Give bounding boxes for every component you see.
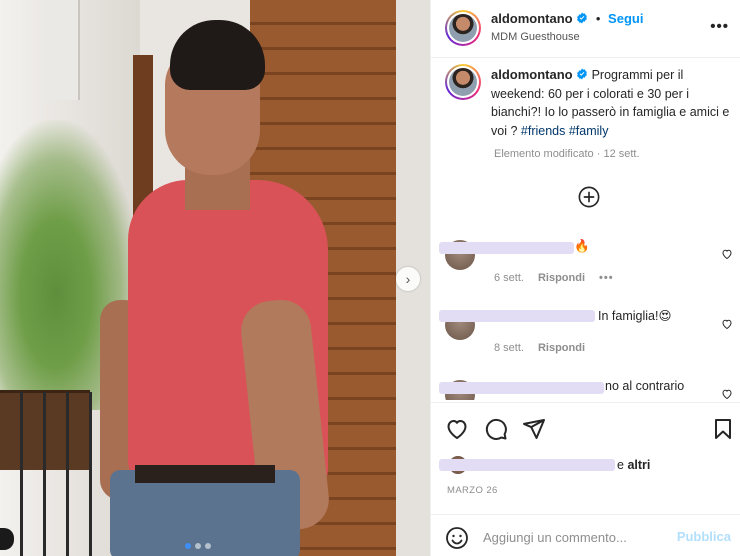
edited-label: Elemento modificato	[494, 148, 594, 160]
comment-age: 8 sett.	[494, 342, 524, 354]
post-header: aldomontano • Segui MDM Guesthouse •••	[431, 0, 740, 58]
redacted-username	[439, 310, 595, 322]
hashtag-link[interactable]: #family	[569, 124, 609, 138]
follow-button[interactable]: Segui	[608, 11, 643, 26]
author-username[interactable]: aldomontano	[491, 11, 573, 26]
likes-summary: e altri	[431, 452, 740, 476]
chevron-right-icon: ›	[405, 271, 411, 287]
hashtag-link[interactable]: #friends	[521, 124, 565, 138]
carousel-dots	[185, 543, 211, 549]
likes-and: e	[617, 458, 624, 472]
carousel-dot	[205, 543, 211, 549]
add-comment-bar: Pubblica	[431, 514, 740, 556]
comment-options-button[interactable]: •••	[599, 272, 614, 284]
likes-others-link[interactable]: altri	[627, 458, 650, 472]
redacted-username	[439, 242, 574, 254]
caption-meta: Elemento modificato · 12 sett.	[494, 148, 640, 160]
post-actions	[431, 402, 740, 452]
plus-circle-icon[interactable]	[578, 186, 600, 208]
paper-plane-icon[interactable]	[522, 417, 546, 441]
carousel-next-button[interactable]: ›	[396, 267, 420, 291]
meta-dot: ·	[596, 148, 601, 160]
comment-text: 🔥	[574, 239, 590, 253]
post-side-panel: aldomontano • Segui MDM Guesthouse ••• a…	[430, 0, 740, 556]
redacted-username	[439, 382, 604, 394]
post-photo[interactable]: ›	[0, 0, 430, 556]
comment-age: 6 sett.	[494, 272, 524, 284]
carousel-dot	[195, 543, 201, 549]
publish-button[interactable]: Pubblica	[677, 529, 731, 544]
reply-button[interactable]: Rispondi	[538, 342, 585, 354]
author-line: aldomontano • Segui	[491, 11, 643, 26]
caption-author-avatar[interactable]	[445, 64, 481, 100]
comment-meta: 8 sett. Rispondi	[494, 342, 585, 354]
comment-text: In famiglia!😍	[598, 309, 672, 323]
more-options-button[interactable]: •••	[710, 18, 729, 35]
caption-username[interactable]: aldomontano	[491, 67, 573, 82]
heart-icon[interactable]	[721, 388, 733, 400]
comment-text: no al contrario	[605, 379, 685, 393]
comment-item: In famiglia!😍 8 sett. Rispondi	[431, 306, 740, 366]
bookmark-icon[interactable]	[711, 417, 735, 441]
heart-icon[interactable]	[445, 417, 469, 441]
post-location[interactable]: MDM Guesthouse	[491, 31, 580, 43]
caption-age: 12 sett.	[603, 148, 640, 160]
reply-button[interactable]: Rispondi	[538, 272, 585, 284]
comments-list: 🔥 6 sett. Rispondi ••• In famiglia!😍 8 set…	[431, 228, 740, 400]
comment-icon[interactable]	[484, 417, 508, 441]
heart-icon[interactable]	[721, 248, 733, 260]
author-avatar[interactable]	[445, 10, 481, 46]
redacted-liker-name	[439, 459, 615, 471]
photo-window	[45, 0, 80, 100]
comment-item: 🔥 6 sett. Rispondi •••	[431, 236, 740, 296]
header-separator: •	[595, 11, 601, 26]
comment-item: no al contrario	[431, 376, 740, 400]
likes-others: e altri	[617, 458, 650, 472]
comment-meta: 6 sett. Rispondi •••	[494, 272, 614, 284]
post-date: MARZO 26	[447, 485, 498, 496]
heart-icon[interactable]	[721, 318, 733, 330]
photo-person-belt	[135, 465, 275, 483]
caption-text: aldomontano Programmi per il weekend: 60…	[491, 66, 731, 140]
verified-badge-icon	[577, 68, 588, 80]
carousel-dot	[185, 543, 191, 549]
emoji-icon[interactable]	[445, 526, 469, 550]
verified-badge-icon	[577, 12, 588, 24]
comment-input[interactable]	[483, 525, 673, 549]
